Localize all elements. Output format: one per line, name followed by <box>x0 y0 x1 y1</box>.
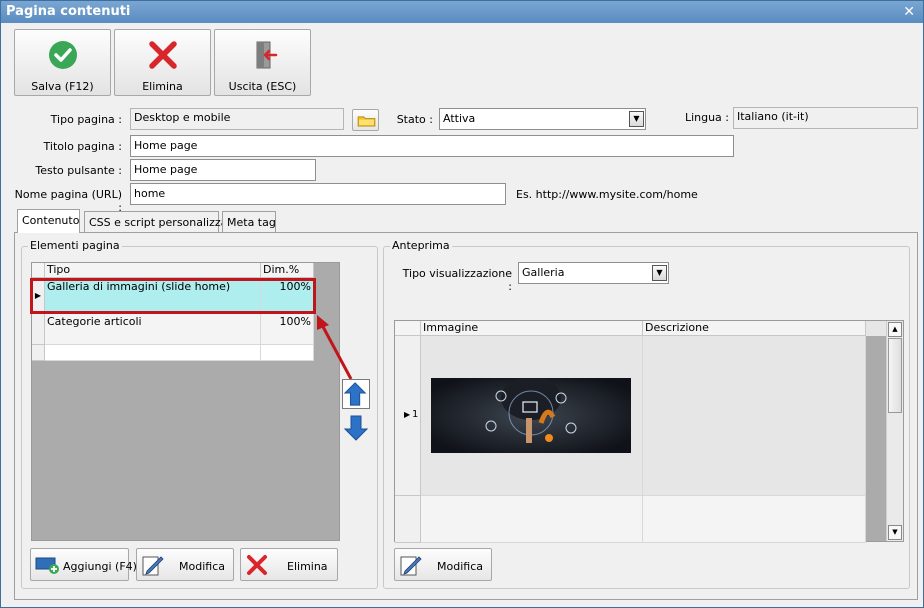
folder-button[interactable] <box>352 109 379 131</box>
title-bar: Pagina contenuti ✕ <box>1 1 923 23</box>
save-label: Salva (F12) <box>31 80 94 93</box>
grid-corner <box>32 263 45 278</box>
column-header-tipo[interactable]: Tipo <box>45 263 261 278</box>
nome-pagina-input[interactable]: home <box>130 183 506 205</box>
arrow-down-icon <box>343 415 369 441</box>
save-button[interactable]: Salva (F12) <box>14 29 111 96</box>
pencil-document-icon <box>400 556 422 576</box>
delete-label: Elimina <box>142 80 183 93</box>
edit-preview-label: Modifica <box>437 560 483 573</box>
tipo-visualizzazione-label: Tipo visualizzazione : <box>402 267 512 293</box>
table-row-tipo[interactable]: Categorie articoli <box>45 313 261 345</box>
edit-element-button[interactable]: Modifica <box>136 548 234 581</box>
row-header <box>32 313 45 345</box>
lingua-field: Italiano (it-it) <box>733 107 918 129</box>
grid-corner <box>395 321 421 336</box>
stato-label: Stato : <box>396 113 433 126</box>
row-indicator-icon: ▶ <box>404 410 411 419</box>
scroll-down-icon[interactable]: ▼ <box>888 525 902 540</box>
grid-empty-area <box>866 336 886 541</box>
stato-value: Attiva <box>443 112 476 125</box>
table-row-descrizione[interactable] <box>643 336 866 496</box>
check-circle-icon <box>49 41 77 69</box>
exit-label: Uscita (ESC) <box>228 80 297 93</box>
scroll-thumb[interactable] <box>888 338 902 413</box>
delete-button[interactable]: Elimina <box>114 29 211 96</box>
gallery-thumbnail-image <box>431 538 631 542</box>
url-example: Es. http://www.mysite.com/home <box>516 188 698 201</box>
chevron-down-icon[interactable]: ▼ <box>629 111 644 127</box>
titolo-label: Titolo pagina : <box>43 140 122 153</box>
window: Pagina contenuti ✕ Salva (F12) Elimina U… <box>0 0 924 608</box>
tab-meta-tag[interactable]: Meta tag <box>222 211 276 232</box>
folder-icon <box>357 116 376 127</box>
window-title: Pagina contenuti <box>6 4 131 19</box>
table-row-dim[interactable]: 100% <box>261 313 314 345</box>
tipo-pagina-field: Desktop e mobile <box>130 108 344 130</box>
exit-button[interactable]: Uscita (ESC) <box>214 29 311 96</box>
stato-select[interactable]: Attiva ▼ <box>439 108 646 130</box>
elementi-title: Elementi pagina <box>28 239 122 252</box>
row-header <box>32 345 45 361</box>
anteprima-title: Anteprima <box>390 239 452 252</box>
row-header <box>395 496 421 543</box>
edit-label: Modifica <box>179 560 225 573</box>
add-label: Aggiungi (F4) <box>63 560 137 573</box>
tab-css-script[interactable]: CSS e script personalizzati <box>84 211 235 232</box>
gallery-thumbnail-image <box>431 378 631 453</box>
annotation-arrow-icon <box>317 315 353 380</box>
testo-pulsante-label: Testo pulsante : <box>35 164 122 177</box>
testo-pulsante-input[interactable]: Home page <box>130 159 316 181</box>
tipo-pagina-label: Tipo pagina : <box>50 113 122 126</box>
red-x-icon <box>149 41 177 69</box>
arrow-up-icon <box>343 382 367 406</box>
add-element-button[interactable]: Aggiungi (F4) <box>30 548 137 581</box>
column-header-dim[interactable]: Dim.% <box>261 263 314 278</box>
delete-element-label: Elimina <box>287 560 328 573</box>
add-monitor-icon <box>35 557 59 574</box>
lingua-label: Lingua : <box>684 111 729 124</box>
edit-preview-button[interactable]: Modifica <box>394 548 492 581</box>
vertical-scrollbar[interactable]: ▲ ▼ <box>886 321 903 541</box>
move-up-button[interactable] <box>342 379 370 409</box>
table-row-empty[interactable] <box>45 345 261 361</box>
scroll-up-icon[interactable]: ▲ <box>888 322 902 337</box>
titolo-input[interactable]: Home page <box>130 135 734 157</box>
table-row-descrizione[interactable] <box>643 496 866 543</box>
door-exit-icon <box>256 41 278 69</box>
row-number: 1 <box>412 409 419 420</box>
red-x-icon <box>247 555 267 575</box>
move-down-button[interactable] <box>342 413 370 443</box>
table-row-immagine[interactable] <box>421 496 643 543</box>
row-header: ▶ 1 <box>395 336 421 496</box>
tab-contenuto[interactable]: Contenuto <box>17 209 80 233</box>
pencil-document-icon <box>142 556 164 576</box>
column-header-descrizione[interactable]: Descrizione <box>643 321 866 336</box>
tipo-visualizzazione-select[interactable]: Galleria ▼ <box>518 262 669 284</box>
chevron-down-icon[interactable]: ▼ <box>652 265 667 281</box>
close-icon[interactable]: ✕ <box>903 1 915 23</box>
highlight-box <box>30 278 316 314</box>
table-row-empty[interactable] <box>261 345 314 361</box>
tipo-visualizzazione-value: Galleria <box>522 266 565 279</box>
column-header-immagine[interactable]: Immagine <box>421 321 643 336</box>
delete-element-button[interactable]: Elimina <box>240 548 338 581</box>
